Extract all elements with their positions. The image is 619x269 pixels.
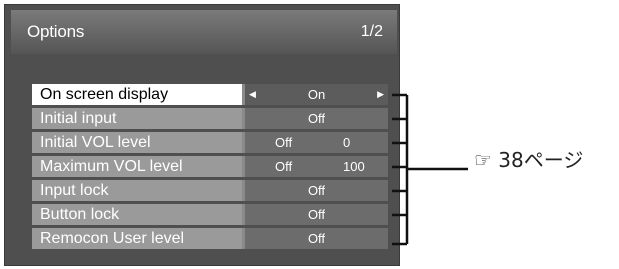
page-reference: ☞ 38ページ [474,148,584,172]
reference-bracket [392,93,468,246]
